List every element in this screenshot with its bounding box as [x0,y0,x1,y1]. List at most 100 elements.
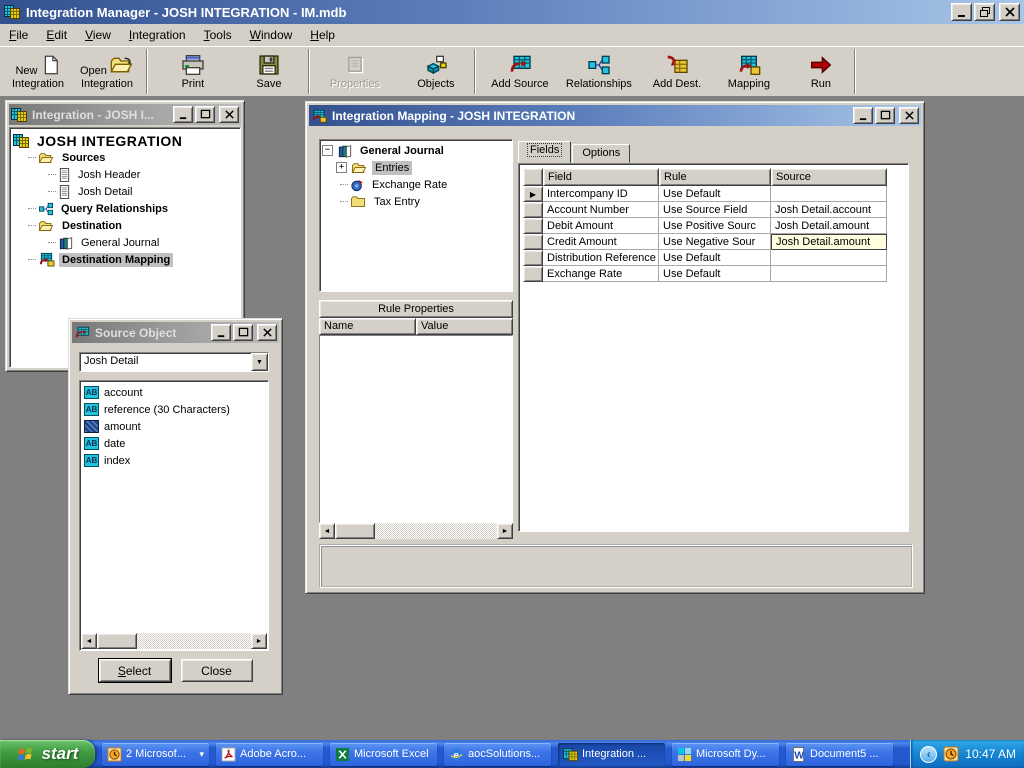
field-item-amount[interactable]: # amount [81,418,267,435]
field-item-account[interactable]: AB account [81,384,267,401]
grid-cell-field[interactable]: Debit Amount [543,218,659,234]
tree-item-destination[interactable]: Destination [12,217,238,234]
column-header-field[interactable]: Field [543,168,659,186]
tree-item-query-relationships[interactable]: Query Relationships [12,200,238,217]
integration-minimize-button[interactable] [173,106,193,123]
source-maximize-button[interactable] [233,324,253,341]
grid-cell-field[interactable]: Distribution Reference [543,250,659,266]
source-minimize-button[interactable] [211,324,231,341]
row-selector[interactable] [523,234,543,250]
menu-edit[interactable]: Edit [37,24,76,45]
task-button-integration[interactable]: Integration ... [558,743,665,766]
tree-item-sources[interactable]: Sources [12,149,238,166]
task-button-adobe[interactable]: Adobe Acro... [216,743,323,766]
menu-file[interactable]: File [0,24,37,45]
run-button[interactable]: Run [796,48,846,95]
column-header-source[interactable]: Source [771,168,887,186]
task-button-excel[interactable]: Microsoft Excel [330,743,437,766]
open-integration-button[interactable]: Open Integration [74,48,140,95]
rule-properties-list[interactable] [319,335,513,523]
menu-integration[interactable]: Integration [120,24,195,45]
scroll-left-button[interactable]: ◄ [319,523,335,539]
app-minimize-button[interactable] [951,3,972,21]
scroll-left-button[interactable]: ◄ [81,633,97,649]
add-source-button[interactable]: Add Source [486,48,554,95]
column-header-name[interactable]: Name [319,318,416,335]
app-close-button[interactable] [999,3,1020,21]
menu-view[interactable]: View [76,24,120,45]
grid-cell-rule[interactable]: Use Positive Sourc [659,218,771,234]
print-button[interactable]: Print [162,48,224,95]
new-integration-button[interactable]: New Integration [6,48,70,95]
scrollbar-track[interactable] [335,523,497,539]
collapse-icon[interactable]: − [322,145,333,156]
integration-maximize-button[interactable] [195,106,215,123]
task-button-aocsolutions[interactable]: e aocSolutions... [444,743,551,766]
tray-clock-icon[interactable] [943,746,959,762]
field-item-date[interactable]: AB date [81,435,267,452]
source-object-combobox[interactable]: Josh Detail ▼ [79,352,269,372]
source-list-hscrollbar[interactable]: ◄ ► [81,633,267,649]
grid-cell-rule[interactable]: Use Negative Sour [659,234,771,250]
grid-cell-rule[interactable]: Use Default [659,250,771,266]
row-selector[interactable] [523,218,543,234]
scrollbar-thumb[interactable] [335,523,375,539]
tree-item-josh-detail[interactable]: Josh Detail [12,183,238,200]
menu-window[interactable]: Window [241,24,302,45]
menu-help[interactable]: Help [301,24,344,45]
mapping-maximize-button[interactable] [875,107,895,124]
grid-cell-rule[interactable]: Use Default [659,186,771,202]
tree-item-general-journal[interactable]: General Journal [12,234,238,251]
row-selector[interactable] [523,202,543,218]
rule-properties-hscrollbar[interactable]: ◄ ► [319,523,513,539]
task-button-dynamics[interactable]: Microsoft Dy... [672,743,779,766]
tree-item-tax-entry[interactable]: Tax Entry [322,193,510,210]
grid-cell-rule[interactable]: Use Source Field [659,202,771,218]
tree-item-exchange-rate[interactable]: Exchange Rate [322,176,510,193]
select-button[interactable]: Select [99,659,171,682]
tree-item-root[interactable]: JOSH INTEGRATION [12,132,238,149]
grid-cell-source[interactable]: Josh Detail.account [771,202,887,218]
row-selector[interactable] [523,250,543,266]
grid-cell-source[interactable] [771,266,887,282]
grid-cell-field[interactable]: Account Number [543,202,659,218]
field-item-reference[interactable]: AB reference (30 Characters) [81,401,267,418]
task-button-grouped-office[interactable]: 2 Microsof... ▾ [102,743,209,766]
close-button[interactable]: Close [181,659,253,682]
tray-time[interactable]: 10:47 AM [965,747,1016,761]
relationships-button[interactable]: Relationships [560,48,638,95]
scroll-right-button[interactable]: ► [497,523,513,539]
grid-cell-field[interactable]: Exchange Rate [543,266,659,282]
add-dest-button[interactable]: Add Dest. [646,48,708,95]
expand-icon[interactable]: + [336,162,347,173]
app-restore-button[interactable] [974,3,995,21]
tree-item-josh-header[interactable]: Josh Header [12,166,238,183]
chevron-down-icon[interactable]: ▼ [251,353,268,371]
tree-item-destination-mapping[interactable]: Destination Mapping [12,251,238,268]
tab-options[interactable]: Options [572,144,630,163]
scrollbar-track[interactable] [97,633,251,649]
field-item-index[interactable]: AB index [81,452,267,469]
grid-cell-source[interactable] [771,250,887,266]
column-header-rule[interactable]: Rule [659,168,771,186]
tree-item-general-journal[interactable]: − General Journal [322,142,510,159]
mapping-close-button[interactable] [899,107,919,124]
scrollbar-thumb[interactable] [97,633,137,649]
tree-item-entries[interactable]: + Entries [322,159,510,176]
grid-cell-field[interactable]: Intercompany ID [543,186,659,202]
mapping-minimize-button[interactable] [853,107,873,124]
grid-cell-source[interactable]: Josh Detail.amount [771,218,887,234]
tray-chevron-icon[interactable]: ‹ [920,746,937,763]
row-selector-current[interactable]: ▶ [523,186,543,202]
scroll-right-button[interactable]: ► [251,633,267,649]
objects-button[interactable]: Objects [408,48,464,95]
grid-cell-field[interactable]: Credit Amount [543,234,659,250]
task-button-document5[interactable]: W Document5 ... [786,743,893,766]
column-header-value[interactable]: Value [416,318,513,335]
grid-cell-rule[interactable]: Use Default [659,266,771,282]
mapping-button[interactable]: Mapping [720,48,778,95]
grid-cell-source-selected[interactable]: Josh Detail.amount [771,234,887,250]
tab-fields[interactable]: Fields [518,141,571,163]
grid-cell-source[interactable] [771,186,887,202]
start-button[interactable]: start [0,740,95,768]
